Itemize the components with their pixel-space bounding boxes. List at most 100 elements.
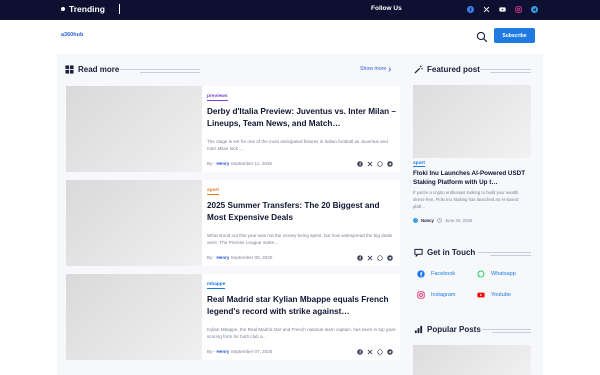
- featured-post-heading: Featured post: [414, 65, 480, 74]
- x-icon[interactable]: [367, 161, 373, 167]
- article-card[interactable]: sport 2025 Summer Transfers: The 20 Bigg…: [66, 180, 400, 266]
- trending-section: Trending: [61, 4, 120, 14]
- heading-divider-2: [140, 72, 200, 73]
- article-tag[interactable]: mbappe: [207, 282, 226, 289]
- telegram-icon[interactable]: [387, 255, 393, 261]
- trending-dot-icon: [61, 7, 65, 11]
- youtube-icon[interactable]: [498, 5, 506, 13]
- featured-author[interactable]: Nancy: [421, 218, 434, 223]
- share-icons: [357, 161, 393, 167]
- contact-whatsapp[interactable]: Whatsapp: [477, 270, 516, 278]
- top-bar: Trending Follow Us: [0, 0, 600, 20]
- featured-article-title[interactable]: Floki Inu Launches AI-Powered USDT Staki…: [413, 169, 531, 187]
- article-thumbnail[interactable]: [66, 180, 202, 266]
- grid-icon: [65, 65, 74, 74]
- contact-facebook[interactable]: Facebook: [417, 270, 455, 278]
- top-social-links: [466, 5, 538, 13]
- get-in-touch-heading: Get in Touch: [414, 248, 475, 257]
- popular-posts-heading: Popular Posts: [414, 325, 481, 334]
- follow-us-label: Follow Us: [371, 5, 402, 12]
- heading-divider: [478, 252, 531, 253]
- article-date: September 11, 2025: [230, 161, 273, 166]
- trending-label: Trending: [69, 4, 105, 14]
- article-card[interactable]: mbappe Real Madrid star Kylian Mbappe eq…: [66, 274, 400, 360]
- article-author[interactable]: Henry: [216, 349, 229, 354]
- whatsapp-icon[interactable]: [377, 255, 383, 261]
- read-more-title: Read more: [78, 65, 120, 74]
- article-tag[interactable]: previews: [207, 94, 228, 101]
- share-icons: [357, 255, 393, 261]
- chat-icon: [414, 248, 423, 257]
- featured-tag[interactable]: sport: [413, 161, 425, 167]
- facebook-icon[interactable]: [357, 161, 363, 167]
- x-icon[interactable]: [367, 349, 373, 355]
- telegram-icon[interactable]: [387, 349, 393, 355]
- heading-divider: [120, 69, 200, 70]
- article-title[interactable]: 2025 Summer Transfers: The 20 Biggest an…: [207, 200, 397, 223]
- byline-prefix: By -: [207, 161, 216, 166]
- share-icons: [357, 349, 393, 355]
- youtube-icon: [477, 291, 485, 299]
- article-meta: By - Henry September 07, 2025: [207, 349, 272, 354]
- read-more-heading: Read more: [65, 65, 119, 74]
- article-title[interactable]: Derby d'Italia Preview: Juventus vs. Int…: [207, 106, 397, 129]
- get-in-touch-title: Get in Touch: [427, 248, 476, 257]
- chevron-right-icon: [388, 66, 392, 72]
- facebook-icon[interactable]: [466, 5, 474, 13]
- telegram-icon[interactable]: [530, 5, 538, 13]
- facebook-icon: [417, 270, 425, 278]
- article-thumbnail[interactable]: [66, 274, 202, 360]
- heading-divider-2: [490, 72, 531, 73]
- heading-divider: [480, 69, 531, 70]
- contact-label: Whatsapp: [491, 271, 516, 277]
- article-excerpt: The stage is set for one of the most ant…: [207, 139, 388, 151]
- featured-thumbnail[interactable]: [413, 85, 531, 158]
- byline-prefix: By -: [207, 349, 216, 354]
- featured-post-title: Featured post: [427, 65, 480, 74]
- facebook-icon[interactable]: [357, 349, 363, 355]
- whatsapp-icon[interactable]: [377, 349, 383, 355]
- article-meta: By - Henry September 11, 2025: [207, 161, 272, 166]
- magic-wand-icon: [414, 65, 423, 74]
- article-card[interactable]: previews Derby d'Italia Preview: Juventu…: [66, 86, 400, 172]
- x-icon[interactable]: [482, 5, 490, 13]
- heading-divider-2: [490, 255, 531, 256]
- facebook-icon[interactable]: [357, 255, 363, 261]
- author-avatar: [413, 218, 418, 223]
- whatsapp-icon: [477, 270, 485, 278]
- article-date: September 08, 2025: [230, 255, 273, 260]
- article-excerpt: What stood out this year was not the mon…: [207, 233, 393, 245]
- article-meta: By - Henry September 08, 2025: [207, 255, 272, 260]
- whatsapp-icon[interactable]: [377, 161, 383, 167]
- popular-post-thumbnail[interactable]: [413, 345, 531, 375]
- contact-links: Facebook Whatsapp Instagram Youtube: [413, 266, 533, 306]
- contact-label: Instagram: [431, 292, 456, 298]
- trending-divider: [118, 4, 120, 14]
- clock-icon: [437, 218, 442, 223]
- article-date: September 07, 2025: [230, 349, 273, 354]
- contact-youtube[interactable]: Youtube: [477, 291, 511, 299]
- show-more-label: Show more: [360, 66, 387, 72]
- article-title[interactable]: Real Madrid star Kylian Mbappe equals Fr…: [207, 294, 397, 317]
- bar-chart-icon: [414, 325, 423, 334]
- contact-label: Facebook: [431, 271, 456, 277]
- contact-instagram[interactable]: Instagram: [417, 291, 455, 299]
- article-author[interactable]: Henry: [216, 255, 229, 260]
- show-more-link[interactable]: Show more: [360, 66, 392, 72]
- site-logo[interactable]: a360hub: [61, 32, 83, 38]
- subscribe-button[interactable]: Subscribe: [494, 28, 535, 43]
- article-excerpt: Kylian Mbappe, the Real Madrid star and …: [207, 327, 397, 339]
- featured-excerpt: If you're a crypto enthusiast looking to…: [413, 190, 519, 209]
- instagram-icon[interactable]: [514, 5, 522, 13]
- x-icon[interactable]: [367, 255, 373, 261]
- article-author[interactable]: Henry: [216, 161, 229, 166]
- search-icon[interactable]: [476, 30, 488, 43]
- featured-meta: Nancy June 20, 2025: [413, 218, 472, 223]
- site-header: a360hub Subscribe: [0, 20, 600, 54]
- telegram-icon[interactable]: [387, 161, 393, 167]
- instagram-icon: [417, 291, 425, 299]
- popular-posts-title: Popular Posts: [427, 325, 481, 334]
- heading-divider: [482, 329, 531, 330]
- article-thumbnail[interactable]: [66, 86, 202, 172]
- article-tag[interactable]: sport: [207, 188, 219, 195]
